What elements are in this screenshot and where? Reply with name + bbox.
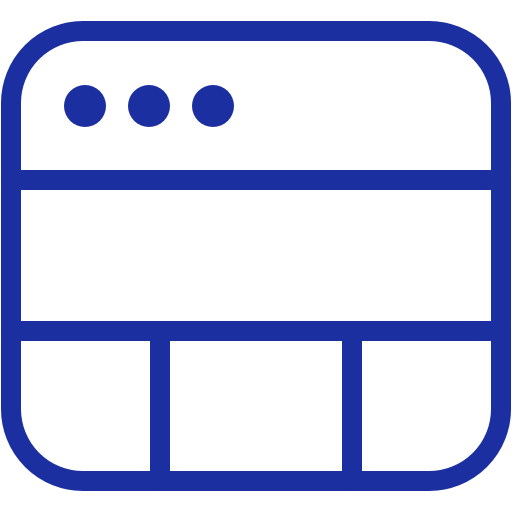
window-dot-3 — [192, 85, 234, 127]
icon-canvas — [0, 0, 512, 512]
browser-window-layout-icon — [1, 21, 511, 491]
window-dot-1 — [64, 85, 106, 127]
window-dot-2 — [128, 85, 170, 127]
